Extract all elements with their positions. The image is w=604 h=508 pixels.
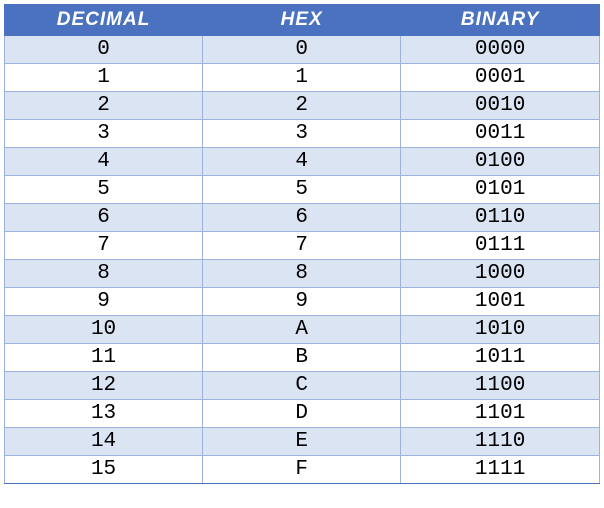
cell-binary: 0110 bbox=[401, 204, 600, 232]
cell-binary: 1000 bbox=[401, 260, 600, 288]
cell-binary: 1111 bbox=[401, 456, 600, 484]
cell-binary: 1110 bbox=[401, 428, 600, 456]
cell-hex: 4 bbox=[203, 148, 401, 176]
table-row: 9 9 1001 bbox=[5, 288, 600, 316]
cell-binary: 0101 bbox=[401, 176, 600, 204]
cell-binary: 0100 bbox=[401, 148, 600, 176]
cell-decimal: 14 bbox=[5, 428, 203, 456]
cell-hex: 7 bbox=[203, 232, 401, 260]
cell-hex: C bbox=[203, 372, 401, 400]
cell-binary: 0010 bbox=[401, 92, 600, 120]
cell-hex: 8 bbox=[203, 260, 401, 288]
cell-decimal: 2 bbox=[5, 92, 203, 120]
cell-binary: 0011 bbox=[401, 120, 600, 148]
cell-hex: A bbox=[203, 316, 401, 344]
cell-hex: 2 bbox=[203, 92, 401, 120]
cell-binary: 1010 bbox=[401, 316, 600, 344]
cell-decimal: 0 bbox=[5, 36, 203, 64]
table-row: 5 5 0101 bbox=[5, 176, 600, 204]
cell-binary: 1101 bbox=[401, 400, 600, 428]
cell-hex: 3 bbox=[203, 120, 401, 148]
header-decimal: DECIMAL bbox=[5, 5, 203, 36]
table-row: 10 A 1010 bbox=[5, 316, 600, 344]
table-row: 15 F 1111 bbox=[5, 456, 600, 484]
cell-hex: E bbox=[203, 428, 401, 456]
table-row: 0 0 0000 bbox=[5, 36, 600, 64]
table-row: 13 D 1101 bbox=[5, 400, 600, 428]
cell-decimal: 6 bbox=[5, 204, 203, 232]
table-row: 12 C 1100 bbox=[5, 372, 600, 400]
table-row: 11 B 1011 bbox=[5, 344, 600, 372]
header-binary: BINARY bbox=[401, 5, 600, 36]
header-hex: HEX bbox=[203, 5, 401, 36]
table-row: 1 1 0001 bbox=[5, 64, 600, 92]
cell-decimal: 15 bbox=[5, 456, 203, 484]
table-row: 3 3 0011 bbox=[5, 120, 600, 148]
cell-decimal: 10 bbox=[5, 316, 203, 344]
table-row: 6 6 0110 bbox=[5, 204, 600, 232]
cell-decimal: 7 bbox=[5, 232, 203, 260]
cell-hex: 0 bbox=[203, 36, 401, 64]
cell-binary: 1011 bbox=[401, 344, 600, 372]
cell-decimal: 13 bbox=[5, 400, 203, 428]
number-conversion-table: DECIMAL HEX BINARY 0 0 0000 1 1 0001 2 2… bbox=[4, 4, 600, 484]
cell-hex: F bbox=[203, 456, 401, 484]
cell-decimal: 3 bbox=[5, 120, 203, 148]
cell-hex: 6 bbox=[203, 204, 401, 232]
table-row: 14 E 1110 bbox=[5, 428, 600, 456]
cell-hex: D bbox=[203, 400, 401, 428]
cell-hex: 9 bbox=[203, 288, 401, 316]
cell-hex: 1 bbox=[203, 64, 401, 92]
table-row: 4 4 0100 bbox=[5, 148, 600, 176]
header-row: DECIMAL HEX BINARY bbox=[5, 5, 600, 36]
table-row: 7 7 0111 bbox=[5, 232, 600, 260]
cell-binary: 1100 bbox=[401, 372, 600, 400]
cell-decimal: 5 bbox=[5, 176, 203, 204]
cell-binary: 0000 bbox=[401, 36, 600, 64]
cell-binary: 0111 bbox=[401, 232, 600, 260]
cell-decimal: 12 bbox=[5, 372, 203, 400]
cell-decimal: 8 bbox=[5, 260, 203, 288]
cell-decimal: 11 bbox=[5, 344, 203, 372]
cell-decimal: 9 bbox=[5, 288, 203, 316]
cell-hex: 5 bbox=[203, 176, 401, 204]
cell-decimal: 4 bbox=[5, 148, 203, 176]
table-row: 8 8 1000 bbox=[5, 260, 600, 288]
cell-binary: 0001 bbox=[401, 64, 600, 92]
table-row: 2 2 0010 bbox=[5, 92, 600, 120]
cell-binary: 1001 bbox=[401, 288, 600, 316]
cell-hex: B bbox=[203, 344, 401, 372]
cell-decimal: 1 bbox=[5, 64, 203, 92]
